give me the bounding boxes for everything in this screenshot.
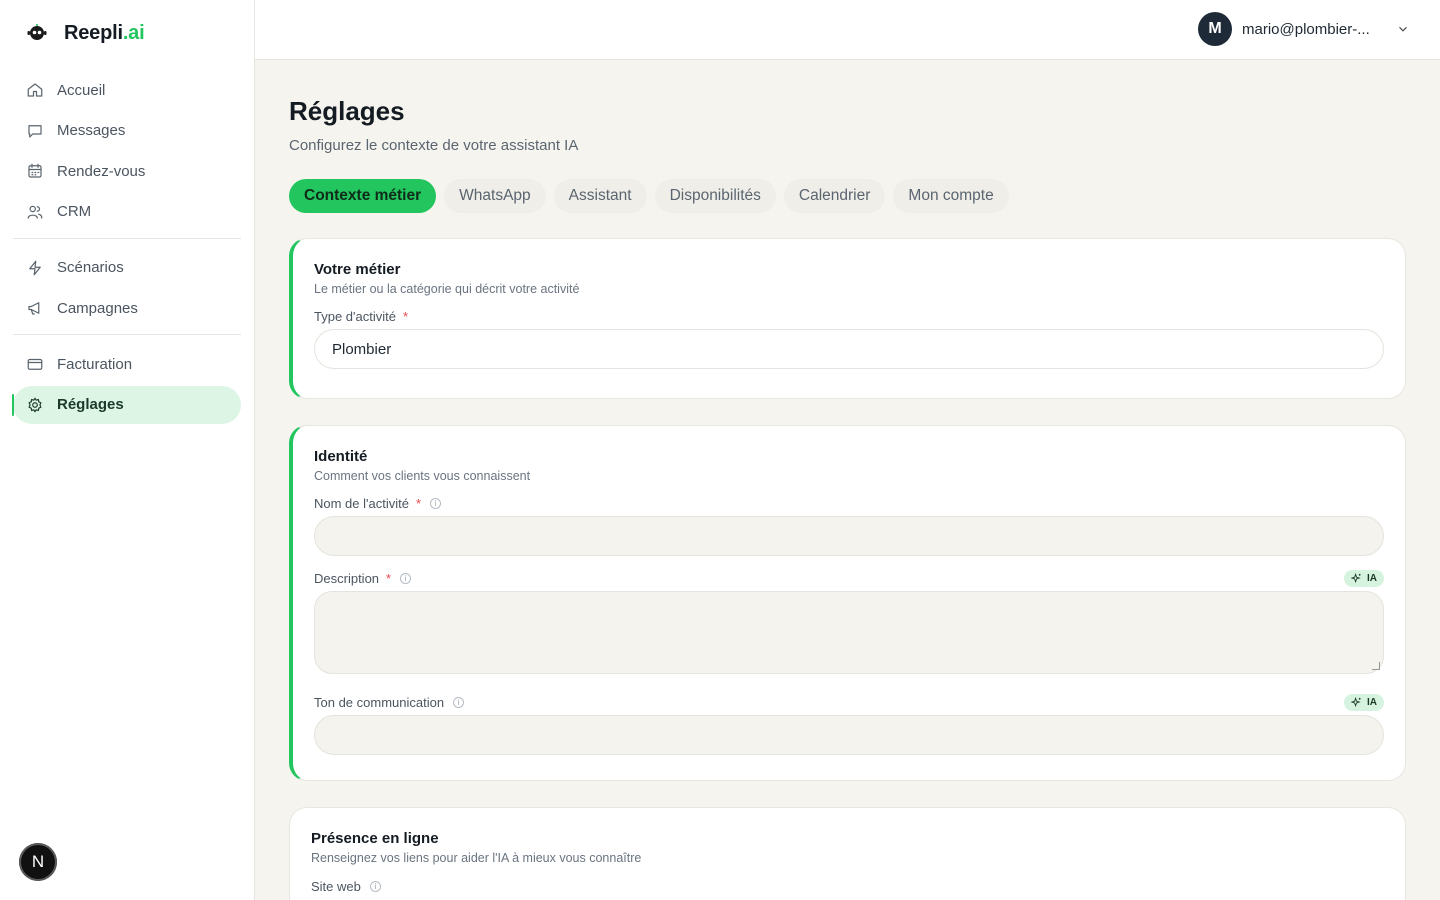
- nav-divider: [13, 237, 241, 239]
- resize-handle[interactable]: [1372, 662, 1380, 670]
- nav-item-campagnes[interactable]: Campagnes: [13, 289, 241, 327]
- card-description: Renseignez vos liens pour aider l'IA à m…: [311, 851, 642, 865]
- tab-mon-compte[interactable]: Mon compte: [893, 179, 1009, 213]
- topbar: M mario@plombier-...: [255, 0, 1440, 60]
- ia-generate-button[interactable]: IA: [1344, 694, 1384, 711]
- nav-item-rendez-vous[interactable]: Rendez-vous: [13, 152, 241, 190]
- ia-generate-button[interactable]: IA: [1344, 570, 1384, 587]
- nav-item-messages[interactable]: Messages: [13, 112, 241, 150]
- home-icon: [27, 83, 43, 97]
- chevron-down-icon: [1399, 26, 1407, 32]
- page-title: Réglages: [289, 96, 405, 126]
- nav-label: Réglages: [57, 396, 124, 413]
- main-content: Réglages Configurez le contexte de votre…: [289, 60, 1406, 900]
- account-menu[interactable]: M mario@plombier-...: [1198, 12, 1410, 46]
- nav-item-facturation[interactable]: Facturation: [13, 345, 241, 383]
- credit-card-icon: [27, 358, 43, 370]
- card-presence-en-ligne: Présence en ligne Renseignez vos liens p…: [289, 807, 1406, 900]
- field-label-site-web: Site web i: [311, 879, 1384, 894]
- tab-assistant[interactable]: Assistant: [553, 179, 647, 213]
- info-icon[interactable]: i: [430, 498, 442, 509]
- field-label-nom-activite: Nom de l'activité * i: [314, 496, 1384, 511]
- tab-whatsapp[interactable]: WhatsApp: [444, 179, 546, 213]
- nav-divider: [13, 334, 241, 335]
- field-label-type-activite: Type d'activité *: [314, 309, 409, 324]
- ton-communication-input[interactable]: [314, 715, 1384, 755]
- tab-contexte-metier[interactable]: Contexte métier: [289, 179, 437, 213]
- card-votre-metier: Votre métier Le métier ou la catégorie q…: [289, 238, 1406, 399]
- info-icon[interactable]: i: [400, 573, 412, 584]
- users-icon: [27, 205, 43, 219]
- megaphone-icon: [28, 302, 40, 315]
- page-subtitle: Configurez le contexte de votre assistan…: [289, 137, 579, 154]
- sparkles-icon: [1351, 573, 1361, 584]
- nav-label: Facturation: [57, 355, 133, 373]
- sparkles-icon: [1351, 697, 1361, 708]
- nav-item-accueil[interactable]: Accueil: [13, 71, 241, 109]
- card-title: Présence en ligne: [311, 830, 439, 847]
- required-marker: *: [386, 571, 392, 586]
- info-icon[interactable]: i: [369, 881, 381, 892]
- avatar: M: [1198, 12, 1232, 46]
- nav-label: Scénarios: [57, 259, 124, 276]
- card-title: Votre métier: [314, 261, 401, 278]
- nav-item-scenarios[interactable]: Scénarios: [13, 249, 241, 287]
- nav-label: Accueil: [57, 81, 106, 99]
- nav-label: Rendez-vous: [57, 162, 146, 180]
- nav-item-reglages[interactable]: Réglages: [12, 385, 241, 424]
- nav-label: CRM: [57, 203, 92, 220]
- card-identite: Identité Comment vos clients vous connai…: [289, 425, 1406, 781]
- nav-item-crm[interactable]: CRM: [13, 193, 241, 231]
- required-marker: *: [415, 496, 422, 511]
- main-nav: Accueil Messages Rendez-vous CRM Scénari…: [12, 71, 241, 426]
- field-label-ton: Ton de communication i IA: [314, 694, 1384, 711]
- brand[interactable]: Reepli.ai: [24, 20, 145, 46]
- type-activite-input[interactable]: Plombier: [314, 329, 1384, 369]
- nom-activite-input[interactable]: [314, 516, 1384, 556]
- brand-name: Reepli.ai: [64, 21, 145, 44]
- nav-label: Messages: [57, 122, 126, 139]
- settings-tabs: Contexte métier WhatsApp Assistant Dispo…: [289, 179, 1406, 213]
- sidebar: Reepli.ai Accueil Messages Rendez-vous C…: [0, 0, 255, 900]
- calendar-icon: [28, 163, 42, 178]
- card-title: Identité: [314, 448, 368, 465]
- tab-disponibilites[interactable]: Disponibilités: [654, 179, 776, 213]
- info-icon[interactable]: i: [453, 697, 465, 708]
- card-description: Le métier ou la catégorie qui décrit vot…: [314, 282, 580, 296]
- card-description: Comment vos clients vous connaissent: [314, 469, 531, 483]
- field-label-description: Description * i IA: [314, 570, 1384, 587]
- bolt-icon: [29, 260, 41, 275]
- required-marker: *: [402, 309, 409, 324]
- tab-calendrier[interactable]: Calendrier: [783, 179, 886, 213]
- description-textarea[interactable]: [314, 591, 1384, 674]
- robot-logo-icon: [24, 20, 50, 46]
- n-badge-button[interactable]: N: [19, 843, 57, 881]
- gear-icon: [28, 397, 42, 412]
- message-icon: [28, 124, 42, 138]
- nav-label: Campagnes: [57, 299, 138, 317]
- account-email: mario@plombier-...: [1242, 20, 1370, 38]
